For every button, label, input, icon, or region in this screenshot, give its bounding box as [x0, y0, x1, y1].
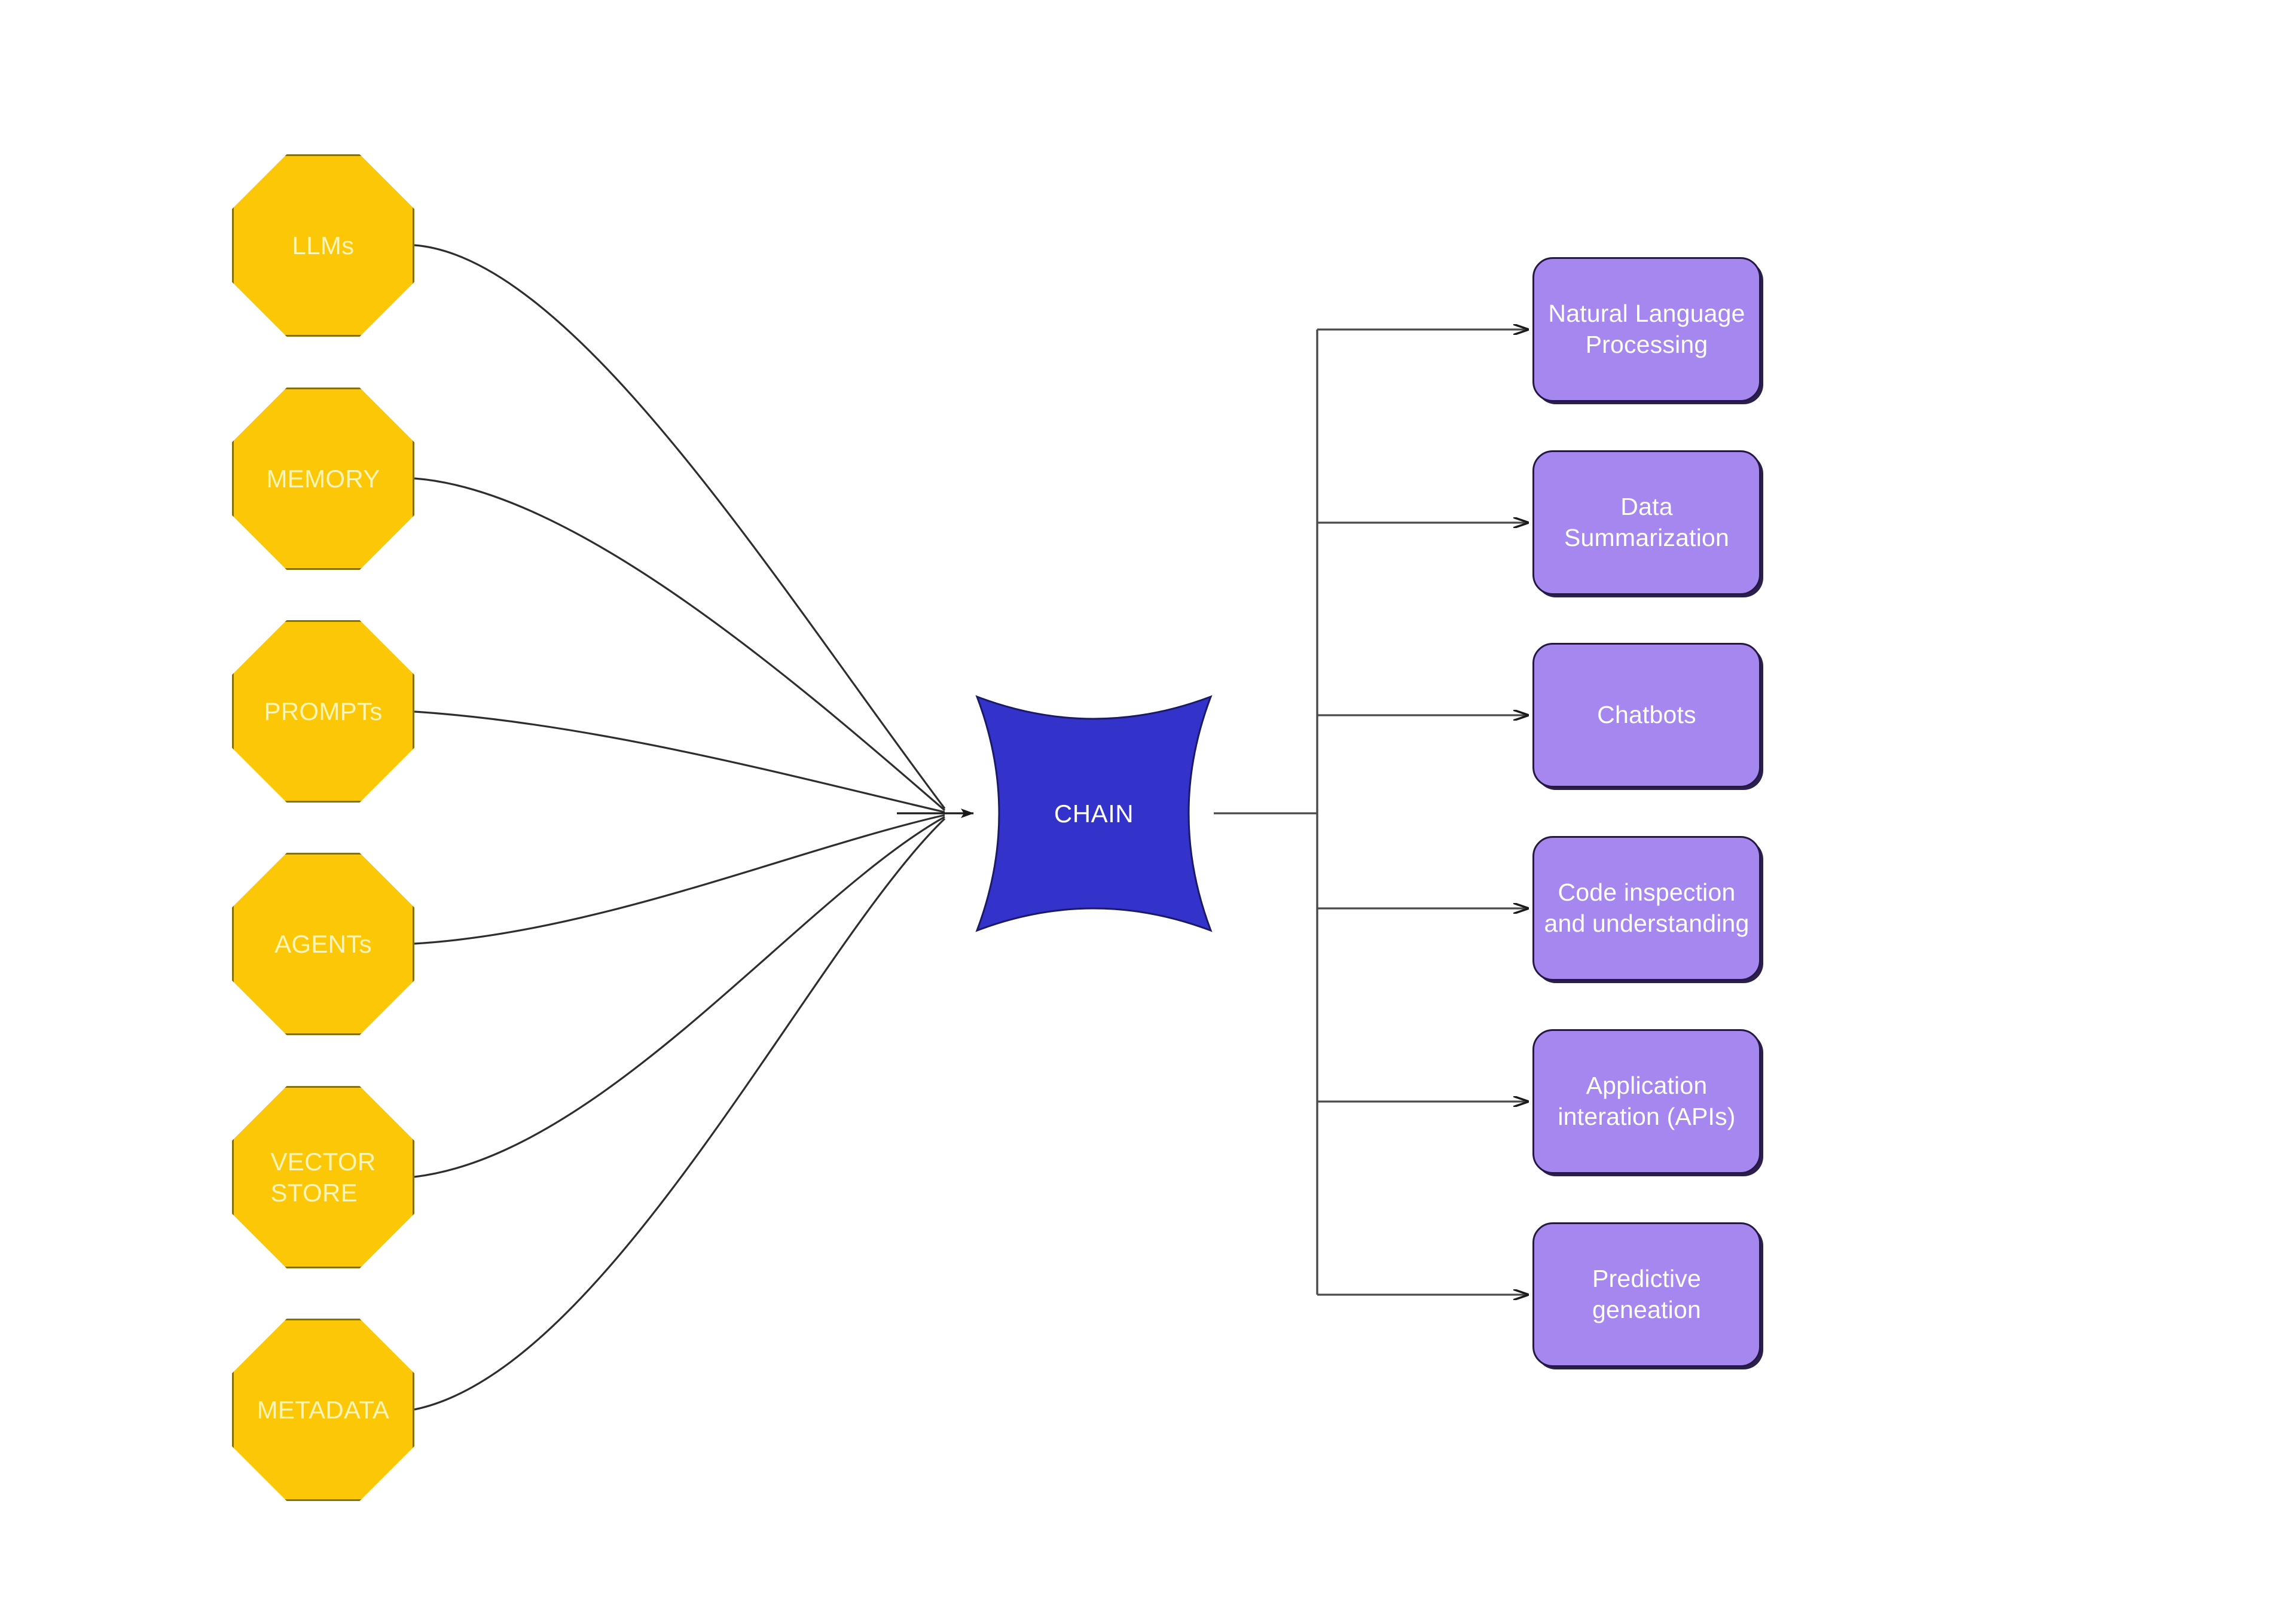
hub-node-chain[interactable]: CHAIN	[970, 690, 1218, 938]
curve-llms	[414, 244, 946, 809]
output-node-label: Code inspection and understanding	[1544, 878, 1750, 937]
output-node-label: Chatbots	[1597, 701, 1696, 729]
output-node-label: Natural Language Processing	[1548, 300, 1745, 358]
input-node-agents[interactable]: AGENTs	[232, 853, 414, 1035]
output-node-nlp[interactable]: Natural Language Processing	[1532, 257, 1761, 402]
output-node-label: Application interation (APIs)	[1558, 1072, 1736, 1130]
curve-metadata	[414, 817, 946, 1411]
input-node-label: PROMPTs	[264, 697, 383, 725]
input-node-label: METADATA	[257, 1395, 390, 1424]
input-node-label: LLMs	[292, 231, 355, 260]
output-node-chatbots[interactable]: Chatbots	[1532, 643, 1761, 788]
output-branches	[1317, 330, 1528, 1295]
output-node-code[interactable]: Code inspection and understanding	[1532, 836, 1761, 981]
input-node-metadata[interactable]: METADATA	[232, 1319, 414, 1501]
input-node-prompts[interactable]: PROMPTs	[232, 620, 414, 803]
curve-agents	[414, 814, 945, 945]
output-node-apis[interactable]: Application interation (APIs)	[1532, 1029, 1761, 1174]
curve-prompts	[414, 710, 945, 813]
input-node-llms[interactable]: LLMs	[232, 154, 414, 337]
output-node-label: Data Summarization	[1564, 493, 1730, 551]
input-node-vector-store[interactable]: VECTOR STORE	[232, 1086, 414, 1268]
output-node-summary[interactable]: Data Summarization	[1532, 450, 1761, 595]
curve-memory	[414, 477, 946, 812]
output-node-predictive[interactable]: Predictive geneation	[1532, 1222, 1761, 1367]
input-node-memory[interactable]: MEMORY	[232, 388, 414, 570]
diagram-canvas: LLMs MEMORY PROMPTs AGENTs VECTOR STORE …	[0, 0, 2296, 1623]
output-node-label: Predictive geneation	[1592, 1265, 1701, 1323]
input-node-label: VECTOR STORE	[270, 1148, 376, 1207]
input-node-label: AGENTs	[274, 929, 372, 958]
input-node-label: MEMORY	[266, 464, 380, 493]
curve-vector-store	[414, 816, 945, 1178]
input-curves	[414, 244, 946, 1411]
hub-node-label: CHAIN	[1054, 799, 1134, 828]
